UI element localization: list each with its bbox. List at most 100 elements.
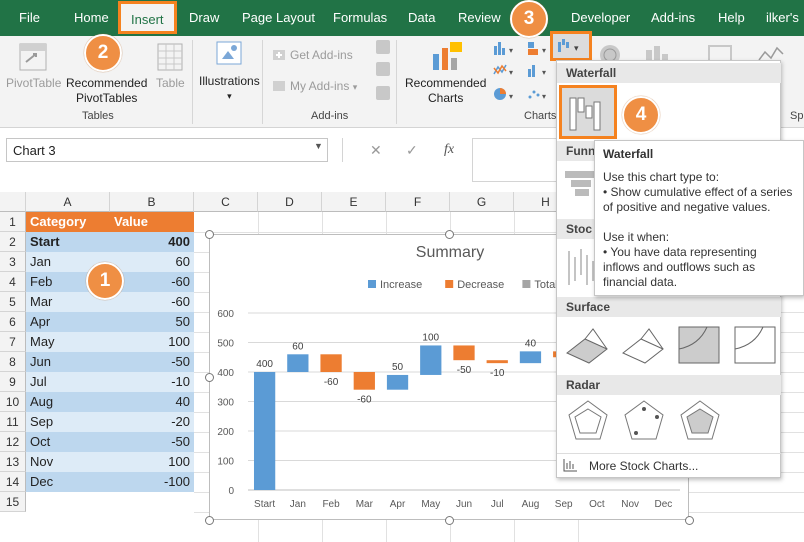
column-header-f[interactable]: F [386,192,450,212]
value-cell[interactable]: -20 [110,412,194,432]
row-header-12[interactable]: 12 [0,432,26,452]
filled-radar-icon[interactable] [675,397,725,447]
category-cell[interactable]: Start [26,232,110,252]
table-button[interactable]: Table [156,76,185,91]
value-cell[interactable]: -60 [110,292,194,312]
tab-developer[interactable]: Developer [571,10,630,25]
radar-markers-icon[interactable] [619,397,669,447]
pivottable-button[interactable]: PivotTable [6,76,61,91]
column-chart-icon[interactable]: ▾ [492,40,522,56]
category-cell[interactable]: Nov [26,452,110,472]
row-header-7[interactable]: 7 [0,332,26,352]
insert-function-icon[interactable]: fx [444,142,454,158]
value-cell[interactable]: -100 [110,472,194,492]
header-cell-value[interactable]: Value [110,212,194,232]
people-graph-icon[interactable] [376,40,390,54]
recommended-charts-button[interactable]: Recommended Charts [405,76,486,106]
statistic-chart-icon[interactable]: ▾ [526,62,554,78]
cancel-icon[interactable]: ✕ [370,142,382,159]
x-tick-label: Apr [390,499,406,510]
category-cell[interactable]: May [26,332,110,352]
tab-file[interactable]: File [19,10,40,25]
row-header-13[interactable]: 13 [0,452,26,472]
value-cell[interactable]: 50 [110,312,194,332]
value-cell[interactable]: -50 [110,432,194,452]
row-header-10[interactable]: 10 [0,392,26,412]
tab-data[interactable]: Data [408,10,435,25]
row-header-3[interactable]: 3 [0,252,26,272]
column-header-b[interactable]: B [110,192,194,212]
value-cell[interactable]: 60 [110,252,194,272]
enter-icon[interactable]: ✓ [406,142,418,159]
pie-chart-icon[interactable]: ▾ [492,86,522,102]
wireframe-contour-icon[interactable] [731,319,781,367]
category-cell[interactable]: Oct [26,432,110,452]
radar-icon[interactable] [563,397,613,447]
tab-insert[interactable]: Insert [118,1,177,34]
value-cell[interactable]: 100 [110,452,194,472]
tab-formulas[interactable]: Formulas [333,10,387,25]
line-chart-icon[interactable]: ▾ [492,62,522,78]
resize-handle[interactable] [205,373,214,382]
surface-3d-icon[interactable] [563,319,613,367]
row-header-15[interactable]: 15 [0,492,26,512]
formula-input[interactable] [472,138,562,182]
row-header-1[interactable]: 1 [0,212,26,232]
tab-draw[interactable]: Draw [189,10,219,25]
row-header-11[interactable]: 11 [0,412,26,432]
more-stock-charts-link[interactable]: More Stock Charts... [589,459,698,473]
resize-handle[interactable] [205,230,214,239]
resize-handle[interactable] [445,516,454,525]
tab-home[interactable]: Home [74,10,109,25]
tab-page-layout[interactable]: Page Layout [242,10,315,25]
get-addins-button[interactable]: Get Add-ins [290,48,353,63]
value-cell[interactable]: 40 [110,392,194,412]
my-addins-icon [273,81,285,91]
resize-handle[interactable] [685,516,694,525]
x-tick-label: Oct [589,499,605,510]
category-cell[interactable]: Sep [26,412,110,432]
recommended-pivottables-button[interactable]: Recommended PivotTables [66,76,147,106]
row-header-14[interactable]: 14 [0,472,26,492]
category-cell[interactable]: Jul [26,372,110,392]
waterfall-chart-button[interactable]: ▾ [550,31,592,61]
tab-account[interactable]: ilker's [766,10,799,25]
tab-review[interactable]: Review [458,10,501,25]
row-header-4[interactable]: 4 [0,272,26,292]
header-cell-category[interactable]: Category [26,212,110,232]
column-header-e[interactable]: E [322,192,386,212]
value-cell[interactable]: -10 [110,372,194,392]
row-header-5[interactable]: 5 [0,292,26,312]
illustrations-button[interactable]: Illustrations ▾ [199,74,260,104]
column-header-c[interactable]: C [194,192,258,212]
bar-start [253,372,276,490]
column-header-d[interactable]: D [258,192,322,212]
tab-help[interactable]: Help [718,10,745,25]
resize-handle[interactable] [205,516,214,525]
select-all-corner[interactable] [0,192,26,212]
row-header-8[interactable]: 8 [0,352,26,372]
wireframe-surface-icon[interactable] [619,319,669,367]
category-cell[interactable]: Jun [26,352,110,372]
row-header-2[interactable]: 2 [0,232,26,252]
row-header-6[interactable]: 6 [0,312,26,332]
row-header-9[interactable]: 9 [0,372,26,392]
contour-icon[interactable] [675,319,725,367]
column-header-g[interactable]: G [450,192,514,212]
value-cell[interactable]: 100 [110,332,194,352]
tab-add-ins[interactable]: Add-ins [651,10,695,25]
column-header-a[interactable]: A [26,192,110,212]
resize-handle[interactable] [445,230,454,239]
waterfall-option[interactable] [559,85,617,139]
my-addins-button[interactable]: My Add-ins ▾ [290,79,357,95]
visio-icon[interactable] [376,86,390,100]
category-cell[interactable]: Dec [26,472,110,492]
name-box[interactable]: Chart 3 [6,138,328,162]
name-box-dropdown-icon[interactable]: ▼ [314,141,323,151]
bing-maps-icon[interactable] [376,62,390,76]
category-cell[interactable]: Apr [26,312,110,332]
category-cell[interactable]: Aug [26,392,110,412]
value-cell[interactable]: -50 [110,352,194,372]
scatter-chart-icon[interactable]: ▾ [526,86,554,102]
value-cell[interactable]: 400 [110,232,194,252]
